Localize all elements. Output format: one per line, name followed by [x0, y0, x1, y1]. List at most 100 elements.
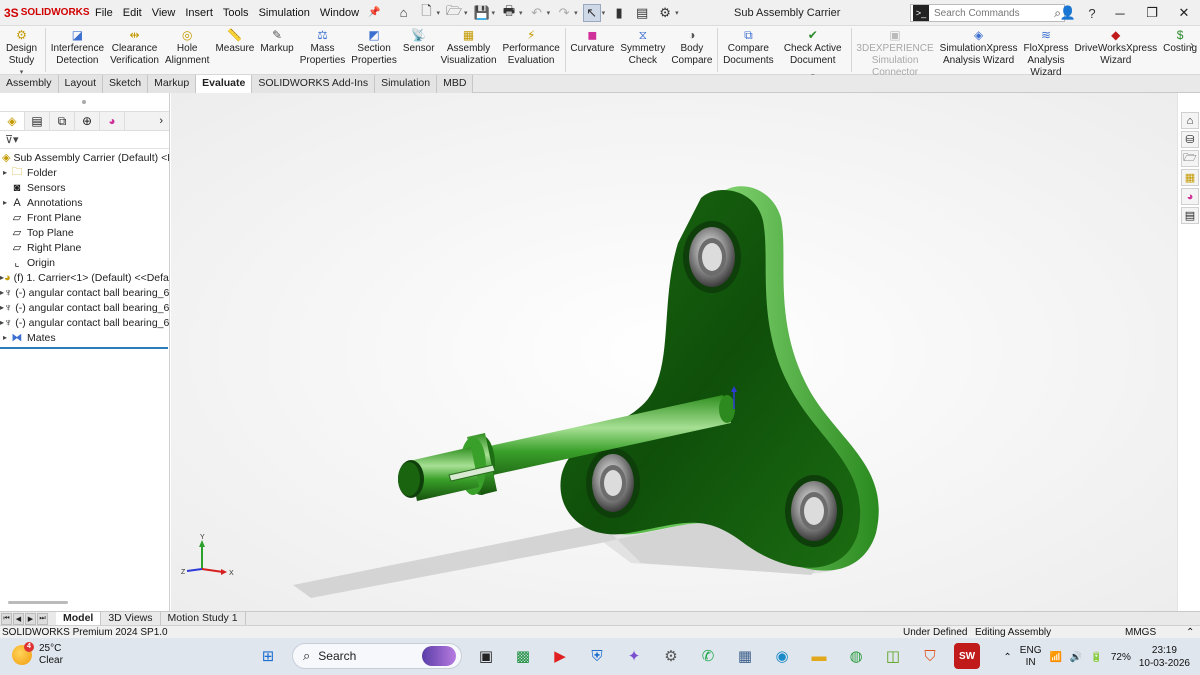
tab-motion-study-1[interactable]: Motion Study 1: [161, 611, 246, 626]
solidworks-logo[interactable]: 3S SOLIDWORKS: [0, 6, 90, 20]
show-hidden-icons-chevron-icon[interactable]: ⌃: [1003, 652, 1011, 663]
hole-alignment-button[interactable]: ◎ Hole Alignment: [162, 26, 212, 67]
chevron-down-icon[interactable]: ▾: [464, 9, 468, 17]
wifi-icon[interactable]: 📶: [1049, 652, 1061, 663]
bearing-bottom-left[interactable]: [586, 448, 640, 518]
scrollbar-thumb[interactable]: [8, 601, 68, 604]
restore-button[interactable]: ❐: [1136, 5, 1168, 21]
tree-item-annotations[interactable]: ▸ A Annotations: [0, 195, 169, 210]
youtube-icon[interactable]: ▶: [547, 643, 573, 669]
file-properties-icon[interactable]: ▤: [633, 4, 651, 22]
chevron-down-icon[interactable]: ▾: [574, 9, 578, 17]
select-cursor-icon[interactable]: ↖: [582, 3, 601, 22]
file-explorer-icon[interactable]: ▬: [806, 643, 832, 669]
tab-model[interactable]: Model: [56, 611, 102, 626]
help-icon[interactable]: ?: [1080, 6, 1104, 21]
next-tab-icon[interactable]: ▶: [25, 612, 36, 625]
nvidia-icon[interactable]: ◫: [880, 643, 906, 669]
chevron-down-icon[interactable]: ▾: [675, 9, 679, 17]
task-view-icon[interactable]: ▣: [473, 643, 499, 669]
design-library-icon[interactable]: ⛁: [1181, 131, 1199, 148]
chevron-down-icon[interactable]: ▾: [492, 9, 496, 17]
tab-sketch[interactable]: Sketch: [103, 75, 149, 93]
performance-evaluation-button[interactable]: ⚡ Performance Evaluation: [500, 26, 563, 67]
tree-item-bearing[interactable]: ▸ ♆ (-) angular contact ball bearing_6: [0, 285, 169, 300]
new-document-icon[interactable]: 🗋: [418, 3, 436, 22]
tree-item-carrier-part[interactable]: ▸◕(f) 1. Carrier<1> (Default) <<Default>…: [0, 270, 169, 285]
tab-assembly[interactable]: Assembly: [0, 75, 59, 93]
undo-icon[interactable]: ↶: [528, 4, 546, 22]
symmetry-check-button[interactable]: ⧖ Symmetry Check: [617, 26, 668, 67]
tree-item-top-plane[interactable]: ▱ Top Plane: [0, 225, 169, 240]
whatsapp-icon[interactable]: ✆: [695, 643, 721, 669]
clearance-verification-button[interactable]: ⇹ Clearance Verification: [107, 26, 162, 67]
floxpress-button[interactable]: ≋ FloXpress Analysis Wizard: [1020, 26, 1071, 79]
language-indicator[interactable]: ENG IN: [1020, 645, 1042, 669]
section-properties-button[interactable]: ◩ Section Properties: [348, 26, 400, 67]
pin-icon[interactable]: 📌: [368, 7, 380, 18]
tree-item-right-plane[interactable]: ▱ Right Plane: [0, 240, 169, 255]
tree-rollback-bar[interactable]: [0, 347, 168, 349]
chevron-down-icon[interactable]: ▾: [437, 9, 441, 17]
first-tab-icon[interactable]: ⏮: [1, 612, 12, 625]
view-palette-icon[interactable]: ▦: [1181, 169, 1199, 186]
windows-security-icon[interactable]: ⛨: [584, 643, 610, 669]
menu-edit[interactable]: Edit: [118, 7, 147, 19]
3d-model-viewport[interactable]: Y X Z: [171, 93, 1177, 611]
print-icon[interactable]: 🖶: [500, 3, 518, 22]
measure-button[interactable]: 📏 Measure: [212, 26, 257, 55]
dimxpert-manager-tab-icon[interactable]: ⊕: [75, 112, 100, 130]
tree-filter[interactable]: ⊽▾: [0, 131, 169, 149]
chevron-down-icon[interactable]: ▾: [547, 9, 551, 17]
curvature-button[interactable]: ◼ Curvature: [567, 26, 617, 55]
solidworks-resources-icon[interactable]: ⌂: [1181, 112, 1199, 129]
google-classroom-icon[interactable]: ▩: [510, 643, 536, 669]
home-icon[interactable]: ⌂: [395, 4, 413, 22]
search-input[interactable]: Search Commands: [934, 8, 1054, 19]
last-tab-icon[interactable]: ⏭: [37, 612, 48, 625]
traffic-light-icon[interactable]: ▮: [610, 4, 628, 22]
options-gear-icon[interactable]: ⚙: [656, 4, 674, 22]
mass-properties-button[interactable]: ⚖ Mass Properties: [297, 26, 349, 67]
tree-item-origin[interactable]: ⌞ Origin: [0, 255, 169, 270]
panel-scrollbar[interactable]: [0, 593, 170, 605]
weather-widget[interactable]: 4 25°C Clear: [12, 642, 63, 667]
expand-arrow-icon[interactable]: ▸: [0, 168, 10, 177]
assembly-visualization-button[interactable]: ▦ Assembly Visualization: [438, 26, 500, 67]
interference-detection-button[interactable]: ◪ Interference Detection: [48, 26, 107, 67]
solidworks-taskbar-icon[interactable]: SW: [954, 643, 980, 669]
menu-file[interactable]: File: [90, 7, 118, 19]
minimize-button[interactable]: ─: [1104, 6, 1136, 21]
menu-view[interactable]: View: [147, 7, 181, 19]
simulationxpress-button[interactable]: ◈ SimulationXpress Analysis Wizard: [937, 26, 1021, 67]
sensor-button[interactable]: 📡 Sensor: [400, 26, 438, 55]
file-explorer-icon[interactable]: 🗁: [1181, 150, 1199, 167]
bearing-bottom-right[interactable]: [785, 475, 843, 547]
configuration-manager-tab-icon[interactable]: ⧉: [50, 112, 75, 130]
edge-browser-icon[interactable]: ◉: [769, 643, 795, 669]
tab-simulation[interactable]: Simulation: [375, 75, 438, 93]
3dexperience-simulation-connector-button[interactable]: ▣ 3DEXPERIENCE Simulation Connector: [853, 26, 936, 79]
settings-gear-icon[interactable]: ⚙: [658, 643, 684, 669]
chevron-down-icon[interactable]: ▾: [519, 9, 523, 17]
compare-documents-button[interactable]: ⧉ Compare Documents: [720, 26, 777, 67]
markup-button[interactable]: ✎ Markup: [257, 26, 296, 55]
display-manager-tab-icon[interactable]: ◕: [100, 112, 125, 130]
tab-evaluate[interactable]: Evaluate: [196, 75, 253, 93]
design-study-button[interactable]: ⚙ Design Study ▾: [0, 26, 43, 79]
tree-item-mates[interactable]: ▸ ⧓ Mates: [0, 330, 169, 345]
tab-solidworks-add-ins[interactable]: SOLIDWORKS Add-Ins: [252, 75, 376, 93]
open-folder-icon[interactable]: 🗁: [445, 3, 463, 22]
brave-browser-icon[interactable]: ⛉: [917, 643, 943, 669]
unit-system[interactable]: MMGS: [1125, 627, 1156, 638]
copilot-icon[interactable]: ✦: [621, 643, 647, 669]
taskbar-search[interactable]: ⌕ Search: [292, 643, 462, 669]
custom-properties-icon[interactable]: ▤: [1181, 207, 1199, 224]
feature-manager-tab-icon[interactable]: ◈: [0, 112, 25, 130]
tree-item-bearing[interactable]: ▸ ♆ (-) angular contact ball bearing_6: [0, 315, 169, 330]
volume-icon[interactable]: 🔊: [1070, 652, 1082, 663]
tree-root[interactable]: ◈Sub Assembly Carrier (Default) <Display…: [0, 150, 169, 165]
menu-tools[interactable]: Tools: [218, 7, 254, 19]
close-button[interactable]: ✕: [1168, 5, 1200, 21]
previous-tab-icon[interactable]: ◀: [13, 612, 24, 625]
